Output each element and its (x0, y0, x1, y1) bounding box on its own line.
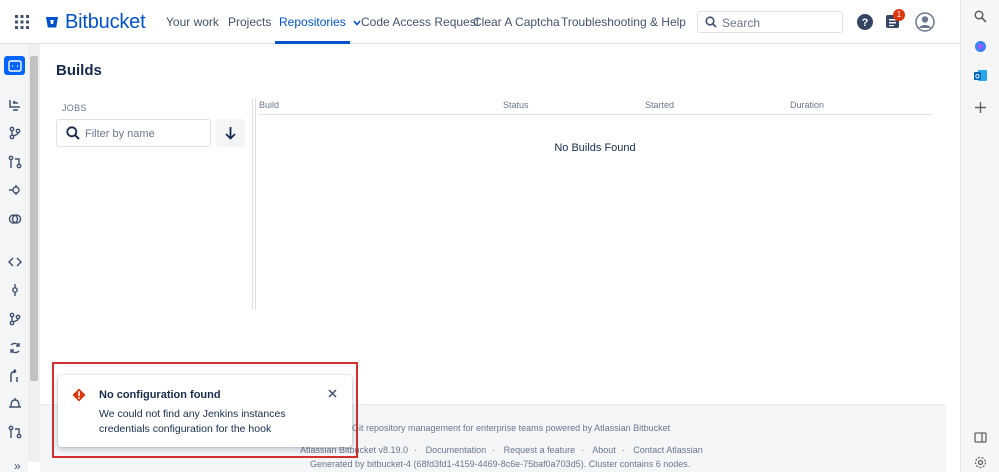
jobs-panel-divider (252, 98, 253, 310)
sidebar-icon[interactable] (974, 431, 987, 444)
deploy-icon[interactable] (8, 369, 22, 383)
footer-link-documentation[interactable]: Documentation (426, 445, 487, 455)
webhooks-icon[interactable] (8, 397, 22, 411)
branches-icon[interactable] (8, 126, 22, 140)
code-icon[interactable] (8, 255, 22, 269)
error-flag: No configuration found We could not find… (58, 375, 352, 447)
sidebar-scrollbar-thumb[interactable] (30, 56, 38, 381)
flag-title: No configuration found (99, 389, 221, 401)
table-header-divider (258, 114, 932, 115)
error-icon (72, 388, 86, 402)
pull-requests-icon[interactable] (8, 155, 22, 169)
browser-sidebar: O (960, 0, 999, 472)
nav-code-access-request[interactable]: Code Access Request (361, 15, 479, 29)
column-header-status: Status (503, 100, 529, 110)
source-icon[interactable] (8, 98, 22, 112)
svg-text:O: O (975, 75, 980, 81)
close-icon[interactable] (328, 389, 337, 398)
search-input[interactable]: Search (697, 11, 843, 33)
nav-troubleshooting-help[interactable]: Troubleshooting & Help (561, 15, 686, 29)
pull-requests-icon[interactable] (8, 425, 22, 439)
footer-link-about[interactable]: About (592, 445, 616, 455)
nav-repositories-label: Repositories (279, 15, 346, 29)
app-switcher-icon[interactable] (15, 15, 29, 29)
sort-button[interactable] (216, 119, 245, 147)
chevron-down-icon (353, 20, 361, 26)
builds-icon[interactable] (8, 183, 22, 197)
footer-generated: Generated by bitbucket-4 (68fd3fd1-4159-… (310, 459, 691, 469)
empty-state-message: No Builds Found (554, 142, 636, 154)
notification-badge: 1 (893, 9, 905, 21)
expand-sidebar-icon[interactable]: » (14, 459, 21, 472)
column-header-started: Started (645, 100, 675, 110)
outlook-icon[interactable]: O (974, 69, 987, 82)
column-header-build: Build (259, 100, 280, 110)
search-icon (66, 126, 80, 140)
settings-icon[interactable] (974, 456, 987, 469)
filter-placeholder: Filter by name (85, 128, 155, 140)
search-icon[interactable] (974, 10, 987, 23)
branches-icon[interactable] (8, 312, 22, 326)
footer-links: Atlassian Bitbucket v8.19.0 · Documentati… (300, 445, 703, 455)
bitbucket-builds-page: Bitbucket Your work Projects Repositorie… (0, 0, 999, 472)
arrow-down-icon (225, 127, 236, 140)
nav-your-work[interactable]: Your work (166, 15, 219, 29)
copilot-icon[interactable] (974, 40, 987, 53)
active-nav-indicator (275, 41, 350, 44)
add-icon[interactable] (974, 101, 987, 114)
jobs-panel-divider (255, 98, 256, 310)
avatar[interactable] (915, 12, 935, 32)
help-icon[interactable]: ? (857, 14, 873, 30)
svg-text:?: ? (862, 17, 869, 29)
jira-icon[interactable] (8, 212, 22, 226)
bitbucket-logo[interactable]: Bitbucket (45, 10, 146, 33)
footer-tagline: Git repository management for enterprise… (352, 423, 671, 433)
page-title: Builds (56, 62, 102, 79)
nav-projects[interactable]: Projects (228, 15, 271, 29)
jobs-label: JOBS (62, 103, 87, 113)
footer-link-contact[interactable]: Contact Atlassian (633, 445, 703, 455)
search-icon (705, 16, 717, 28)
repo-icon (8, 60, 22, 72)
nav-repositories[interactable]: Repositories (279, 15, 361, 29)
sync-icon[interactable] (8, 341, 22, 355)
search-placeholder: Search (722, 16, 761, 30)
bitbucket-logo-icon (46, 17, 58, 28)
footer-link-request-feature[interactable]: Request a feature (504, 445, 576, 455)
nav-clear-captcha[interactable]: Clear A Captcha (473, 15, 560, 29)
column-header-duration: Duration (790, 100, 825, 110)
top-navigation: Bitbucket Your work Projects Repositorie… (0, 0, 960, 44)
commits-icon[interactable] (8, 283, 22, 297)
flag-message: We could not find any Jenkins instances … (99, 408, 286, 435)
brand-name: Bitbucket (65, 10, 146, 33)
filter-jobs-input[interactable]: Filter by name (56, 119, 211, 147)
